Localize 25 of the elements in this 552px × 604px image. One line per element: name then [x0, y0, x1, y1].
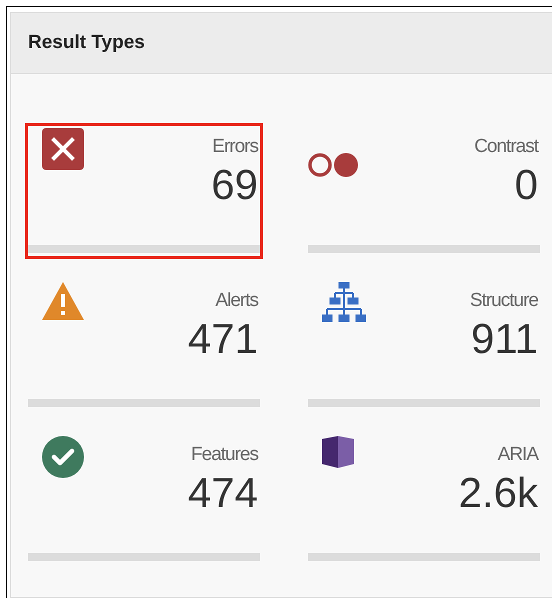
result-count: 471	[188, 318, 258, 360]
result-label: ARIA	[498, 444, 538, 466]
result-count: 911	[471, 318, 538, 360]
close-icon	[42, 128, 84, 170]
result-label: Structure	[470, 290, 538, 312]
result-tile[interactable]: Features 474	[25, 431, 263, 567]
result-tile[interactable]: ARIA 2.6k	[305, 431, 543, 567]
result-tile[interactable]: Contrast 0	[305, 123, 543, 259]
hierarchy-icon	[322, 282, 366, 322]
result-count: 0	[514, 164, 538, 206]
check-icon	[42, 436, 84, 478]
warning-icon	[42, 282, 84, 320]
circles-icon	[308, 152, 360, 178]
result-count: 474	[188, 472, 258, 514]
result-label: Features	[191, 444, 258, 466]
panel-title: Result Types	[28, 32, 145, 54]
cube-icon	[322, 436, 354, 468]
result-tile[interactable]: Alerts 471	[25, 277, 263, 413]
result-count: 2.6k	[458, 472, 538, 514]
result-label: Contrast	[474, 136, 538, 158]
result-label: Errors	[212, 136, 258, 158]
result-tile[interactable]: Structure 911	[305, 277, 543, 413]
result-tile[interactable]: Errors 69	[25, 123, 263, 259]
result-count: 69	[211, 164, 258, 206]
result-label: Alerts	[215, 290, 258, 312]
